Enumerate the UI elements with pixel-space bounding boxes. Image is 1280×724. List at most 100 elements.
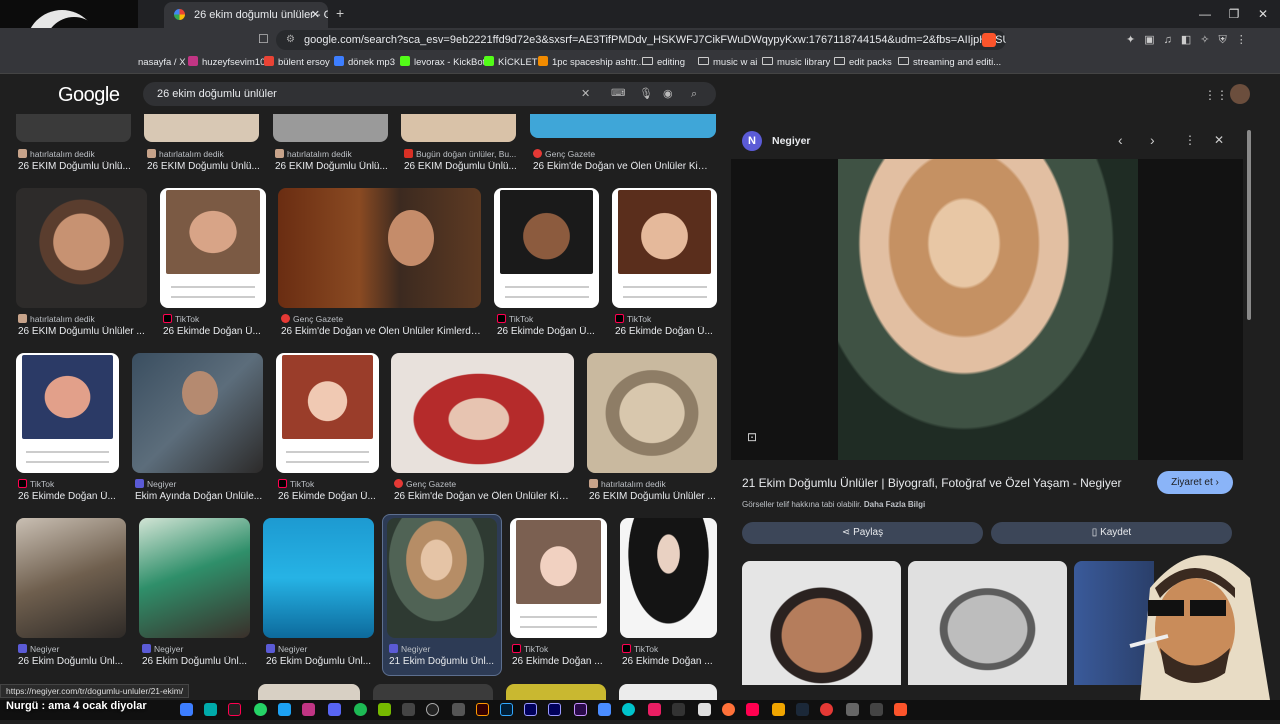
panel-source-name[interactable]: Negiyer [772, 135, 811, 147]
result-image[interactable] [16, 353, 119, 473]
result-image[interactable] [387, 518, 497, 638]
result-source[interactable]: hatırlatalım dedik [18, 149, 138, 159]
related-image[interactable] [908, 561, 1067, 685]
result-image[interactable] [276, 353, 379, 473]
google-logo[interactable]: Google [58, 84, 120, 107]
result-title[interactable]: Ekim Ayında Doğan Ünlüle... [135, 491, 265, 502]
taskbar-app-icon[interactable] [672, 703, 685, 716]
close-window-icon[interactable]: ✕ [1246, 4, 1280, 24]
result-source[interactable]: Genç Gazete [281, 314, 481, 324]
result-image[interactable] [132, 353, 263, 473]
taskbar-app-icon[interactable] [204, 703, 217, 716]
bookmark-folder[interactable]: streaming and editi... [898, 55, 1001, 71]
result-image[interactable] [278, 188, 481, 308]
taskbar-app-icon[interactable] [278, 703, 291, 716]
bookmark-item[interactable]: bülent ersoy [264, 55, 330, 71]
result-source[interactable]: TikTok [512, 644, 612, 654]
bookmark-folder[interactable]: music library [762, 55, 830, 71]
result-image[interactable] [530, 114, 716, 138]
result-image[interactable] [16, 188, 147, 308]
taskbar-app-icon[interactable] [180, 703, 193, 716]
steam-icon[interactable] [796, 703, 809, 716]
lens-search-icon[interactable]: ⊡ [747, 430, 757, 444]
result-image[interactable] [619, 684, 717, 700]
taskbar-app-icon[interactable] [402, 703, 415, 716]
result-title[interactable]: 26 EKİM Doğumlu Ünlü... [275, 161, 395, 172]
result-source[interactable]: TikTok [622, 644, 722, 654]
result-source[interactable]: Negiyer [266, 644, 376, 654]
result-source[interactable]: hatırlatalım dedik [18, 314, 148, 324]
search-input[interactable]: 26 ekim doğumlu ünlüler ✕ ⌨ 🎙︎ ◉ ⌕ [143, 82, 716, 106]
nvidia-icon[interactable] [378, 703, 391, 716]
result-source[interactable]: TikTok [18, 479, 123, 489]
result-image[interactable] [587, 353, 717, 473]
result-title[interactable]: 26 Ekimde Doğan Ü... [18, 491, 123, 502]
close-panel-icon[interactable]: ✕ [1214, 133, 1224, 147]
result-source[interactable]: TikTok [163, 314, 268, 324]
bookmark-folder[interactable]: editing [642, 55, 685, 71]
result-image[interactable] [16, 518, 126, 638]
preview-image[interactable] [838, 159, 1138, 460]
result-title[interactable]: 26 Ekim Doğumlu Ünl... [18, 656, 128, 667]
result-image[interactable] [373, 684, 493, 700]
tab-active[interactable]: 26 ekim doğumlu ünlüler - Goo ✕ [164, 2, 328, 28]
result-image[interactable] [510, 518, 607, 638]
taskbar-app-icon[interactable] [452, 703, 465, 716]
result-image[interactable] [391, 353, 574, 473]
bookmark-item[interactable]: 1pc spaceship ashtr... [538, 55, 644, 71]
bookmark-folder[interactable]: music w ai [698, 55, 757, 71]
taskbar-app-icon[interactable] [846, 703, 859, 716]
taskbar-app-icon[interactable] [772, 703, 785, 716]
previous-icon[interactable]: ‹ [1118, 132, 1123, 148]
panel-scrollbar[interactable] [1247, 130, 1251, 320]
clear-icon[interactable]: ✕ [581, 82, 590, 106]
avatar[interactable] [1230, 84, 1250, 104]
keyboard-icon[interactable]: ⌨ [611, 82, 625, 106]
result-source[interactable]: TikTok [615, 314, 720, 324]
result-image[interactable] [258, 684, 360, 700]
result-title[interactable]: 26 Ekimde Doğan Ü... [278, 491, 383, 502]
microphone-icon[interactable]: 🎙︎ [639, 82, 653, 106]
premiere-icon[interactable] [524, 703, 537, 716]
whatsapp-icon[interactable] [254, 703, 267, 716]
result-image[interactable] [506, 684, 606, 700]
result-title[interactable]: 26 EKİM Doğumlu Ünlüler ... [18, 326, 148, 337]
canva-icon[interactable] [622, 703, 635, 716]
result-title[interactable]: 26 EKİM Doğumlu Ünlüler ... [589, 491, 719, 502]
firefox-icon[interactable] [722, 703, 735, 716]
bookmark-item[interactable]: KİCKLET [484, 55, 538, 71]
bookmark-folder[interactable]: edit packs [834, 55, 892, 71]
address-bar[interactable]: ⚙ google.com/search?sca_esv=9eb2221ffd9d… [276, 30, 1006, 50]
taskbar-app-icon[interactable] [746, 703, 759, 716]
bookmark-star-icon[interactable]: ☐ [258, 32, 269, 46]
result-source[interactable]: Negiyer [18, 644, 128, 654]
result-title[interactable]: 26 Ekim Doğumlu Ünl... [266, 656, 376, 667]
result-image[interactable] [273, 114, 388, 142]
result-title[interactable]: 26 Ekimde Doğan ... [512, 656, 612, 667]
visit-button[interactable]: Ziyaret et › [1157, 471, 1233, 494]
result-source[interactable]: TikTok [278, 479, 383, 489]
photoshop-icon[interactable] [500, 703, 513, 716]
result-title[interactable]: 26 Ekimde Doğan Ü... [615, 326, 720, 337]
taskbar-app-icon[interactable] [870, 703, 883, 716]
result-source[interactable]: Genç Gazete [533, 149, 713, 159]
result-image[interactable] [620, 518, 717, 638]
lens-icon[interactable]: ◉ [663, 82, 673, 106]
result-title[interactable]: 26 Ekim'de Doğan ve Ölen Ünlüler Kimlerd… [281, 326, 481, 337]
bookmark-item[interactable]: nasayfa / X [138, 55, 186, 71]
more-options-icon[interactable]: ⋮ [1184, 133, 1196, 147]
result-title[interactable]: 26 Ekim'de Doğan ve Ölen Ünlüler Kiml... [533, 161, 713, 172]
result-title[interactable]: 26 EKİM Doğumlu Ünlü... [147, 161, 267, 172]
brave-icon[interactable] [894, 703, 907, 716]
site-info-icon[interactable]: ⚙ [286, 30, 295, 50]
result-source[interactable]: hatırlatalım dedik [147, 149, 267, 159]
share-button[interactable]: ⋖ Paylaş [742, 522, 983, 544]
after-effects-icon[interactable] [548, 703, 561, 716]
brave-shield-icon[interactable] [982, 33, 996, 47]
related-image[interactable] [742, 561, 901, 685]
bookmark-item[interactable]: levorax - KickBot [400, 55, 485, 71]
taskbar-app-icon[interactable] [820, 703, 833, 716]
bookmark-item[interactable]: dönek mp3 [334, 55, 395, 71]
new-tab-button[interactable]: + [336, 5, 344, 21]
result-source[interactable]: hatırlatalım dedik [275, 149, 395, 159]
